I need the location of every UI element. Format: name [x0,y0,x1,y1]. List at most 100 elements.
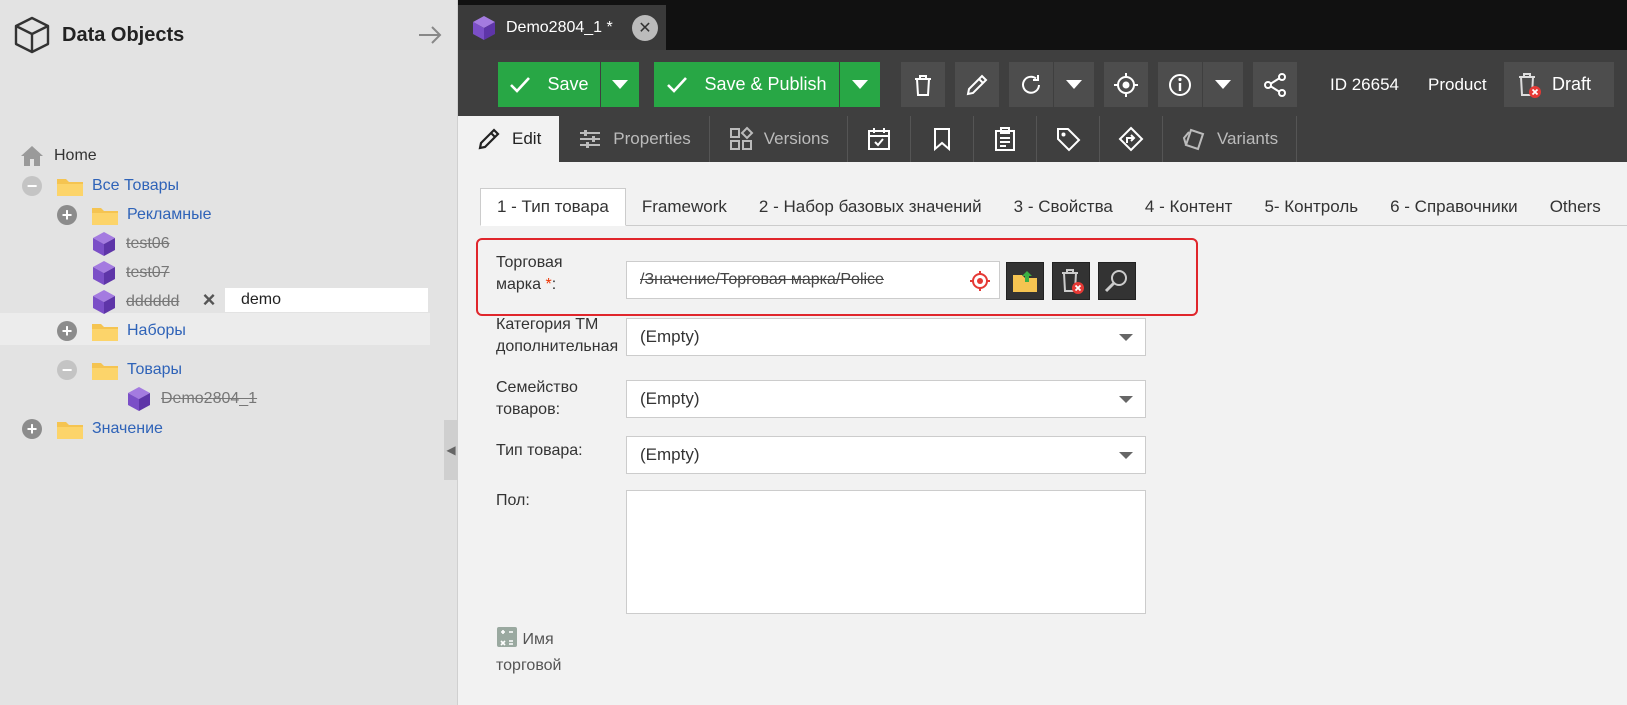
panel-title: Data Objects [62,23,185,46]
save-dropdown-button[interactable] [601,62,639,107]
unpublished-trash-icon [1519,72,1541,98]
clear-relation-button[interactable] [1052,262,1090,300]
expand-icon[interactable]: + [57,205,77,225]
family-select[interactable]: (Empty) [626,380,1146,418]
bookmark-icon [933,128,950,152]
tree-item-test07[interactable]: test07 [92,258,170,288]
pencil-icon [478,128,500,150]
product-type-form: Торговая марка *: /Значение/Торговая мар… [458,226,1627,705]
tag-icon [1056,128,1081,152]
clear-filter-icon[interactable]: × [193,288,225,312]
type-select[interactable]: (Empty) [626,436,1146,474]
reload-dropdown-button[interactable] [1054,62,1094,107]
sliders-icon [580,130,601,148]
object-cube-icon [93,232,115,256]
expand-icon[interactable]: + [22,419,42,439]
delete-button[interactable] [901,62,945,107]
family-label: Семейство товаров: [496,379,578,418]
tab-product-type[interactable]: 1 - Тип товара [480,188,626,226]
close-tab-icon[interactable]: ✕ [632,14,658,41]
search-icon [1104,270,1127,293]
tab-versions[interactable]: Versions [710,116,848,162]
save-publish-button[interactable]: Save & Publish [654,62,839,107]
tab-content[interactable]: 4 - Контент [1129,188,1249,226]
home-icon [21,146,43,166]
tree-item-all-goods[interactable]: − Все Товары [22,171,179,201]
gender-textarea[interactable] [626,490,1146,614]
reload-button[interactable] [1009,62,1053,107]
chevron-down-icon [612,80,628,89]
info-dropdown-button[interactable] [1203,62,1243,107]
brand-relation-field[interactable]: /Значение/Торговая марка/Police [626,261,1000,299]
rename-button[interactable] [955,62,999,107]
category-label: Категория ТМ дополнительная [496,316,619,355]
panel-header: Data Objects [0,0,457,70]
tab-schedule[interactable] [848,116,911,162]
document-tab-title: Demo2804_1 * [506,18,613,36]
chevron-down-icon [1119,334,1133,341]
tab-bookmark[interactable] [911,116,974,162]
object-cube-icon [93,261,115,285]
tree-item-goods[interactable]: − Товары [57,355,182,385]
variants-icon [1182,128,1205,151]
target-icon[interactable] [969,270,991,292]
info-icon [1169,73,1191,96]
layout-tabs: 1 - Тип товара Framework 2 - Набор базов… [480,188,1627,226]
folder-icon [57,422,83,439]
tree-filter: × demo [193,288,428,312]
calendar-check-icon [867,128,890,150]
check-icon [510,76,531,93]
chevron-down-icon [852,80,868,89]
chevron-down-icon [1119,396,1133,403]
tab-edit[interactable]: Edit [458,116,560,162]
share-button[interactable] [1253,62,1297,107]
tree-item-value[interactable]: + Значение [22,414,163,444]
info-button[interactable] [1158,62,1202,107]
search-button[interactable] [1098,262,1136,300]
tab-tags[interactable] [1037,116,1100,162]
expand-icon[interactable]: + [57,321,77,341]
gender-label: Пол: [496,492,530,509]
tree-item-demo2804[interactable]: Demo2804_1 [127,384,257,414]
category-select[interactable]: (Empty) [626,318,1146,356]
folder-upload-icon [1013,271,1037,292]
tab-others[interactable]: Others [1534,188,1617,226]
tab-variants[interactable]: Variants [1163,116,1298,162]
refresh-icon [1022,74,1040,94]
tab-framework[interactable]: Framework [626,188,743,226]
tab-control[interactable]: 5- Контроль [1248,188,1374,226]
filter-input[interactable]: demo [225,291,281,309]
folder-icon [92,363,118,380]
collapse-panel-handle[interactable]: ◀ [444,420,458,480]
tab-properties-layout[interactable]: 3 - Свойства [998,188,1129,226]
object-cube-icon [473,15,495,40]
document-tab[interactable]: Demo2804_1 * ✕ [458,5,666,50]
pencil-icon [966,74,988,95]
save-button[interactable]: Save [498,62,600,107]
tree-item-ads[interactable]: + Рекламные [57,200,212,230]
tree-item-test06[interactable]: test06 [92,229,170,259]
collapse-icon[interactable]: − [22,176,42,196]
document-tabbar: Demo2804_1 * ✕ [458,0,1627,50]
tab-references[interactable]: 6 - Справочники [1374,188,1534,226]
tab-workflow[interactable] [1100,116,1163,162]
collapse-icon[interactable]: − [57,360,77,380]
tab-properties[interactable]: Properties [559,116,710,162]
object-toolbar: Save Save & Publish ID 26654 Product Dra… [458,50,1627,162]
open-search-folder-button[interactable] [1006,262,1044,300]
chevron-down-icon [1215,80,1231,89]
publish-dropdown-button[interactable] [840,62,880,107]
brand-relation-value: /Значение/Торговая марка/Police [640,271,884,288]
locate-in-tree-button[interactable] [1104,62,1148,107]
tab-notes[interactable] [974,116,1037,162]
trash-remove-icon [1062,269,1084,294]
tree-item-home[interactable]: Home [20,141,97,171]
tab-base-values[interactable]: 2 - Набор базовых значений [743,188,998,226]
tree-item-dddddd[interactable]: dddddd [92,287,179,317]
tree-item-sets[interactable]: + Наборы [57,316,186,346]
edit-content: 1 - Тип товара Framework 2 - Набор базов… [458,162,1627,705]
trash-icon [915,74,931,96]
arrow-right-icon[interactable] [417,25,443,45]
object-id: ID 26654 [1330,74,1399,94]
widgets-icon [729,126,754,150]
